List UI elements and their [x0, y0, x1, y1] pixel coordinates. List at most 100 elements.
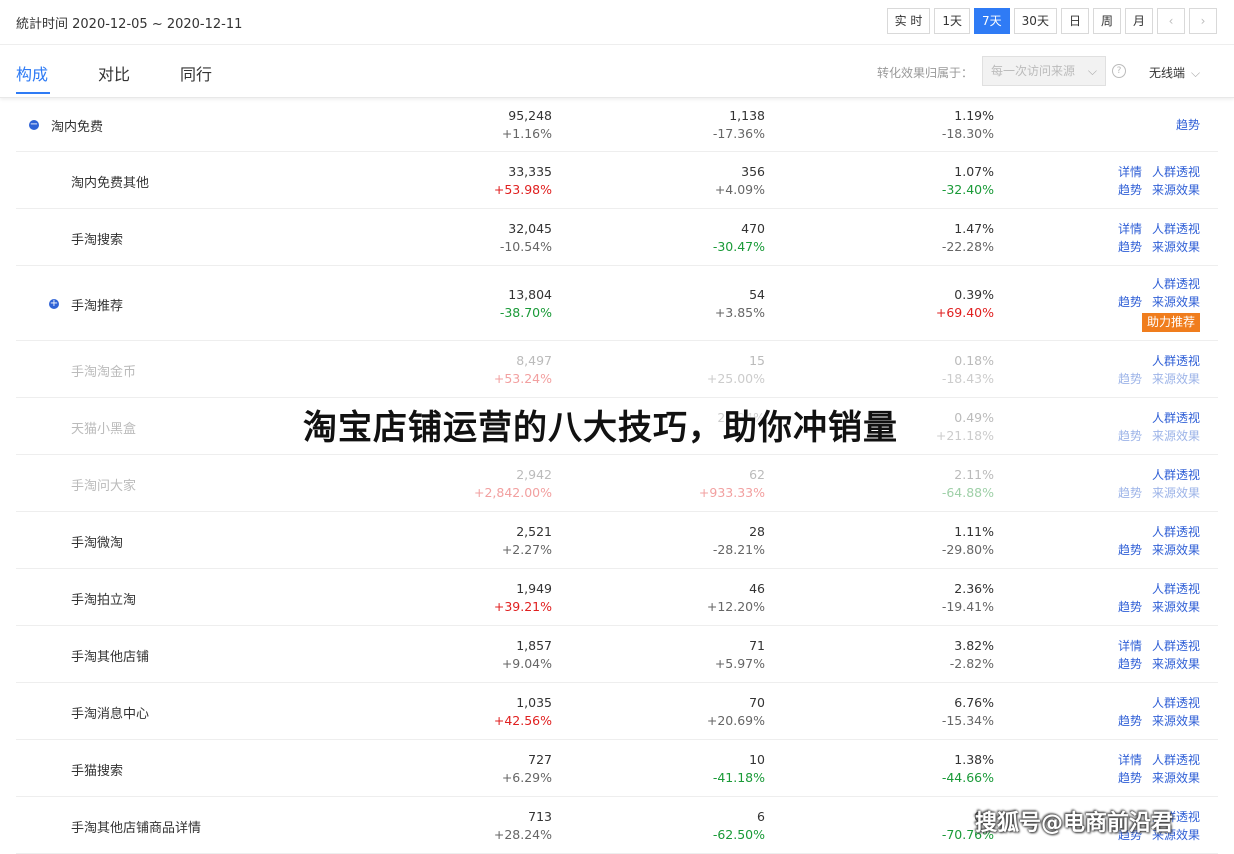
metric-change: +53.24%: [493, 371, 552, 386]
row-action-link[interactable]: 来源效果: [1152, 372, 1200, 386]
metric-change: +12.20%: [706, 599, 765, 614]
row-action-link[interactable]: 人群透视: [1152, 411, 1200, 425]
row-action-link[interactable]: 来源效果: [1152, 429, 1200, 443]
row-action-link[interactable]: 来源效果: [1152, 486, 1200, 500]
metric-change: -18.43%: [941, 371, 994, 386]
metric-value: 0.39%: [954, 287, 994, 302]
row-action-link[interactable]: 趋势: [1118, 486, 1142, 500]
tab-compare[interactable]: 对比: [98, 61, 130, 85]
metric-value: 1,857: [516, 638, 552, 653]
row-action-link[interactable]: 趋势: [1118, 295, 1142, 309]
period-30day-button[interactable]: 30天: [1013, 8, 1057, 34]
metric-change: +933.33%: [698, 485, 765, 500]
row-action-link[interactable]: 详情: [1118, 753, 1142, 767]
row-action-link[interactable]: 来源效果: [1152, 657, 1200, 671]
row-action-link[interactable]: 趋势: [1118, 183, 1142, 197]
row-action-link[interactable]: 趋势: [1118, 714, 1142, 728]
metric-change: -17.36%: [712, 126, 765, 141]
metric-change: +39.21%: [493, 599, 552, 614]
help-icon[interactable]: ?: [1112, 64, 1126, 78]
table-row: 手淘其他店铺 1,857 +9.04% 71 +5.97% 3.82% -2.82% 详情 人群…: [16, 626, 1218, 683]
row-action-link[interactable]: 人群透视: [1152, 222, 1200, 236]
row-action-link[interactable]: 来源效果: [1152, 295, 1200, 309]
metric-cell-c3: 0.49% +21.18%: [936, 409, 994, 445]
table-row: + 手淘推荐 13,804 -38.70% 54 +3.85% 0.39% +69.40% 人群…: [16, 266, 1218, 341]
row-action-link[interactable]: 来源效果: [1152, 714, 1200, 728]
metric-cell-c1: 8,497 +53.24%: [494, 352, 552, 388]
row-action-link[interactable]: 来源效果: [1152, 240, 1200, 254]
metric-change: +20.69%: [706, 713, 765, 728]
metric-value: 33,335: [508, 164, 552, 179]
row-action-link[interactable]: 趋势: [1118, 600, 1142, 614]
row-action-link[interactable]: 趋势: [1118, 240, 1142, 254]
boost-recommend-badge[interactable]: 助力推荐: [1141, 313, 1200, 332]
row-action-link[interactable]: 来源效果: [1152, 543, 1200, 557]
metric-value: 1,138: [729, 108, 765, 123]
row-action-link[interactable]: 来源效果: [1152, 771, 1200, 785]
row-action-link[interactable]: 趋势: [1118, 372, 1142, 386]
row-actions: 人群透视 趋势 来源效果: [1108, 409, 1200, 445]
collapse-icon[interactable]: −: [29, 120, 39, 130]
row-action-link[interactable]: 来源效果: [1152, 183, 1200, 197]
row-action-link[interactable]: 人群透视: [1152, 277, 1200, 291]
row-action-link[interactable]: 人群透视: [1152, 165, 1200, 179]
row-action-link[interactable]: 人群透视: [1152, 582, 1200, 596]
metric-cell-c1: 2,942 +2,842.00%: [474, 466, 552, 502]
period-realtime-button[interactable]: 实 时: [886, 8, 931, 34]
source-name: 手淘问大家: [71, 479, 137, 494]
tab-peers[interactable]: 同行: [180, 61, 212, 85]
row-actions: 人群透视 趋势 来源效果助力推荐: [1108, 275, 1200, 332]
source-name: 淘内免费其他: [71, 176, 150, 191]
row-action-link[interactable]: 趋势: [1118, 771, 1142, 785]
row-action-link[interactable]: 趋势: [1176, 118, 1200, 132]
stat-time-range: 統計时间 2020-12-05 ~ 2020-12-11: [16, 17, 243, 32]
period-week-button[interactable]: 周: [1092, 8, 1121, 34]
attribution-select[interactable]: 每一次访问来源 ⌵: [982, 56, 1106, 86]
row-actions: 详情 人群透视 趋势 来源效果: [1108, 163, 1200, 199]
row-action-link[interactable]: 人群透视: [1152, 753, 1200, 767]
row-action-link[interactable]: 趋势: [1118, 429, 1142, 443]
metric-change: -41.18%: [712, 770, 765, 785]
tab-composition[interactable]: 构成: [16, 61, 48, 85]
period-1day-button[interactable]: 1天: [934, 8, 971, 34]
row-action-link[interactable]: 详情: [1118, 639, 1142, 653]
metric-value: 1.47%: [954, 221, 994, 236]
active-tab-indicator: [16, 92, 50, 94]
row-action-link[interactable]: 详情: [1118, 222, 1142, 236]
table-row: 手猫搜索 727 +6.29% 10 -41.18% 1.38% -44.66% 详情 人群透视…: [16, 740, 1218, 797]
row-action-link[interactable]: 趋势: [1118, 543, 1142, 557]
source-name: 手淘消息中心: [71, 707, 150, 722]
next-arrow-icon[interactable]: ›: [1189, 8, 1217, 34]
row-action-link[interactable]: 人群透视: [1152, 639, 1200, 653]
metric-value: 2.36%: [954, 581, 994, 596]
row-action-link[interactable]: 人群透视: [1152, 696, 1200, 710]
metric-change: -22.28%: [941, 239, 994, 254]
period-selector: 实 时 1天 7天 30天 日 周 月 ‹ ›: [886, 8, 1217, 34]
metric-change: +69.40%: [935, 305, 994, 320]
metric-cell-c2: 62 +933.33%: [699, 466, 765, 502]
prev-arrow-icon[interactable]: ‹: [1157, 8, 1185, 34]
expand-icon[interactable]: +: [49, 299, 59, 309]
row-action-link[interactable]: 详情: [1118, 165, 1142, 179]
row-action-link[interactable]: 人群透视: [1152, 354, 1200, 368]
metric-cell-c2: 54 +3.85%: [715, 286, 765, 322]
metric-value: 0.18%: [954, 353, 994, 368]
device-select[interactable]: 无线端 ⌵: [1149, 64, 1200, 81]
row-action-link[interactable]: 趋势: [1118, 657, 1142, 671]
metric-cell-c2: 70 +20.69%: [707, 694, 765, 730]
row-action-link[interactable]: 人群透视: [1152, 525, 1200, 539]
tabs-bar: 构成 对比 同行 转化效果归属于： 每一次访问来源 ⌵ ? 无线端 ⌵: [0, 45, 1234, 98]
metric-cell-c1: 13,804 -38.70%: [500, 286, 552, 322]
period-month-button[interactable]: 月: [1124, 8, 1153, 34]
period-day-button[interactable]: 日: [1060, 8, 1089, 34]
row-action-link[interactable]: 人群透视: [1152, 468, 1200, 482]
metric-cell-c3: 6.76% -15.34%: [942, 694, 994, 730]
metric-change: +25.00%: [706, 371, 765, 386]
source-name: 手淘其他店铺商品详情: [71, 821, 202, 836]
row-action-link[interactable]: 来源效果: [1152, 600, 1200, 614]
metric-cell-c2: 1,138 -17.36%: [713, 107, 765, 143]
source-name: 淘内免费: [51, 120, 104, 135]
metric-cell-c2: 356 +4.09%: [715, 163, 765, 199]
period-7day-button[interactable]: 7天: [974, 8, 1010, 34]
metric-cell-c3: 2.11% -64.88%: [942, 466, 994, 502]
